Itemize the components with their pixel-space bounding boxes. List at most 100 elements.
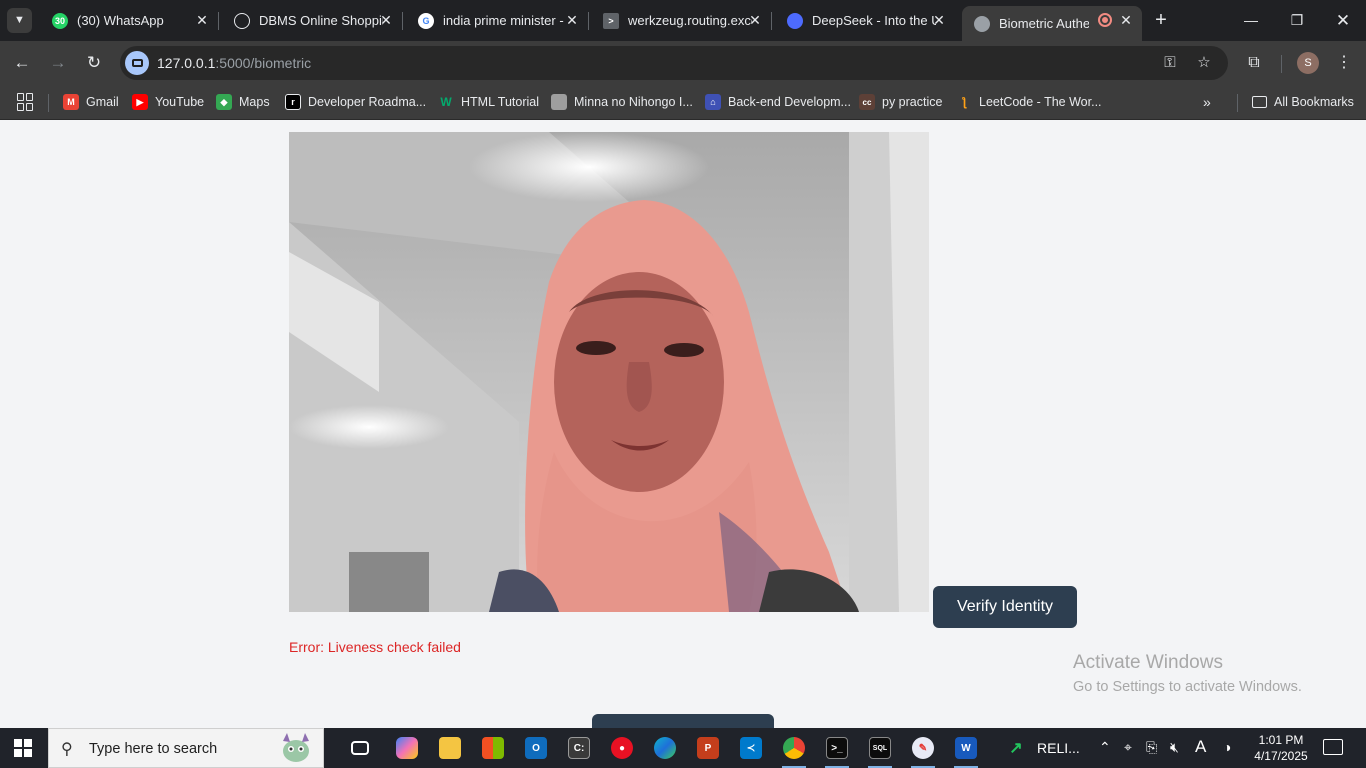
bookmark-separator: [1237, 94, 1238, 112]
vscode-icon[interactable]: ≺: [737, 734, 765, 762]
url-text[interactable]: 127.0.0.1:5000/biometric: [157, 55, 311, 71]
close-icon[interactable]: ✕: [931, 12, 947, 28]
tab-separator: [588, 12, 589, 30]
close-icon[interactable]: ✕: [378, 12, 394, 28]
tab-werkzeug[interactable]: > werkzeug.routing.exceptions ✕: [591, 0, 772, 41]
word-icon[interactable]: W: [952, 734, 980, 768]
page-content: Verify Identity Error: Liveness check fa…: [0, 121, 1366, 734]
bookmark-label: Gmail: [86, 95, 119, 109]
url-path: :5000/biometric: [215, 55, 312, 71]
task-view-icon[interactable]: [346, 734, 374, 762]
freecodecamp-icon: ⌂: [705, 94, 721, 110]
mysql-icon[interactable]: SQL: [866, 734, 894, 768]
bookmark-youtube[interactable]: ▶ YouTube: [132, 92, 204, 112]
bookmark-separator: [48, 94, 49, 112]
restore-icon[interactable]: ❐: [1274, 0, 1320, 41]
bookmark-gmail[interactable]: M Gmail: [63, 92, 119, 112]
tab-google-search[interactable]: G india prime minister - Google Search ✕: [406, 0, 589, 41]
stock-ticker-widget[interactable]: ↗ RELI...: [1005, 734, 1085, 762]
search-icon: ⚲: [61, 741, 73, 758]
bookmark-backend-development[interactable]: ⌂ Back-end Developm...: [705, 92, 851, 112]
menu-kebab-icon[interactable]: ⋮: [1332, 51, 1356, 75]
close-icon[interactable]: ✕: [1118, 12, 1134, 28]
minimize-icon[interactable]: —: [1228, 0, 1274, 41]
widget-label: RELI...: [1037, 740, 1080, 756]
tab-whatsapp[interactable]: 30 (30) WhatsApp ✕: [40, 0, 219, 41]
windows-taskbar: ⚲ Type here to search O C: ● P ≺ >_ SQL …: [0, 728, 1366, 768]
apps-grid-icon[interactable]: [17, 93, 35, 111]
profile-avatar[interactable]: S: [1297, 52, 1319, 74]
bookmarks-bar: M Gmail ▶ YouTube ◆ Maps r Developer Roa…: [0, 85, 1366, 120]
bookmark-label: Minna no Nihongo I...: [574, 95, 693, 109]
tab-strip: ▼ 30 (30) WhatsApp ✕ DBMS Online Shoppin…: [0, 0, 1366, 41]
copilot-icon[interactable]: [393, 734, 421, 762]
book-icon: [551, 94, 567, 110]
volume-muted-icon[interactable]: 🔇︎: [1170, 739, 1179, 756]
media-player-icon[interactable]: ●: [608, 734, 636, 762]
close-icon[interactable]: ✕: [747, 12, 763, 28]
password-key-icon[interactable]: ⚿: [1160, 53, 1180, 73]
tab-title: DBMS Online Shopping: [259, 13, 383, 28]
windows-start-icon[interactable]: [14, 739, 32, 757]
terminal-icon: >: [603, 12, 619, 29]
battery-icon[interactable]: ◑: [1223, 739, 1231, 755]
forward-icon[interactable]: →: [44, 49, 72, 77]
new-tab-button[interactable]: +: [1150, 9, 1172, 31]
browser-toolbar: ← → ↻ 127.0.0.1:5000/biometric ⚿ ☆ ⧉ S ⋮: [0, 41, 1366, 85]
bookmark-maps[interactable]: ◆ Maps: [216, 92, 270, 112]
bookmark-py-practice[interactable]: cc py practice: [859, 92, 942, 112]
tab-title: Biometric Authentication: [999, 16, 1089, 31]
maps-icon: ◆: [216, 94, 232, 110]
bookmark-leetcode[interactable]: ƪ LeetCode - The Wor...: [956, 92, 1102, 112]
bookmark-html-tutorial[interactable]: W HTML Tutorial: [438, 92, 539, 112]
powerpoint-icon[interactable]: P: [694, 734, 722, 762]
gmail-icon: M: [63, 94, 79, 110]
address-bar[interactable]: 127.0.0.1:5000/biometric ⚿ ☆: [120, 46, 1228, 80]
cc-icon: cc: [859, 94, 875, 110]
bookmark-label: Back-end Developm...: [728, 95, 851, 109]
url-host: 127.0.0.1: [157, 55, 216, 71]
bookmark-minna-no-nihongo[interactable]: Minna no Nihongo I...: [551, 92, 693, 112]
close-icon[interactable]: ✕: [564, 12, 580, 28]
clock-date: 4/17/2025: [1254, 749, 1308, 763]
command-prompt-icon[interactable]: >_: [823, 734, 851, 768]
reload-icon[interactable]: ↻: [80, 49, 108, 77]
paint-icon[interactable]: ✎: [909, 734, 937, 768]
clock-time: 1:01 PM: [1258, 733, 1304, 747]
window-close-icon[interactable]: ✕: [1320, 0, 1366, 41]
camera-in-use-icon[interactable]: [125, 51, 149, 75]
outlook-icon[interactable]: O: [522, 734, 550, 762]
terminal-app-icon[interactable]: C:: [565, 734, 593, 762]
tab-deepseek[interactable]: DeepSeek - Into the Unknown ✕: [775, 0, 955, 41]
close-icon[interactable]: ✕: [194, 12, 210, 28]
tab-separator: [771, 12, 772, 30]
tab-biometric[interactable]: Biometric Authentication ✕: [962, 6, 1142, 41]
notification-center-icon[interactable]: [1323, 739, 1343, 755]
verify-identity-button[interactable]: Verify Identity: [933, 586, 1077, 628]
chrome-icon[interactable]: [780, 734, 808, 768]
show-hidden-icons-chevron-icon[interactable]: ⌃: [1099, 739, 1111, 756]
tab-title: india prime minister - Google Search: [443, 13, 567, 28]
file-explorer-icon[interactable]: [436, 734, 464, 762]
globe-icon: [974, 15, 990, 32]
bookmark-label: All Bookmarks: [1274, 95, 1354, 109]
search-placeholder: Type here to search: [89, 741, 218, 757]
edge-icon[interactable]: [651, 734, 679, 762]
microsoft-store-icon[interactable]: [479, 734, 507, 762]
trend-up-icon: ↗: [1009, 740, 1023, 757]
tab-title: DeepSeek - Into the Unknown: [812, 13, 936, 28]
more-bookmarks-chevron-icon[interactable]: »: [1203, 92, 1211, 112]
extensions-icon[interactable]: ⧉: [1242, 51, 1266, 75]
back-icon[interactable]: ←: [8, 49, 36, 77]
network-icon[interactable]: ⎘: [1146, 739, 1157, 756]
location-icon[interactable]: ⌖: [1124, 739, 1132, 756]
tab-search-button[interactable]: ▼: [7, 8, 32, 33]
system-clock[interactable]: 1:01 PM 4/17/2025: [1254, 732, 1308, 764]
bookmark-star-icon[interactable]: ☆: [1194, 53, 1214, 73]
bookmark-developer-roadmaps[interactable]: r Developer Roadma...: [285, 92, 426, 112]
taskbar-search-box[interactable]: ⚲ Type here to search: [48, 728, 324, 768]
tab-title: werkzeug.routing.exceptions: [628, 13, 752, 28]
input-language-icon[interactable]: A: [1195, 737, 1206, 757]
tab-dbms[interactable]: DBMS Online Shopping ✕: [222, 0, 403, 41]
all-bookmarks-folder[interactable]: All Bookmarks: [1252, 92, 1354, 112]
